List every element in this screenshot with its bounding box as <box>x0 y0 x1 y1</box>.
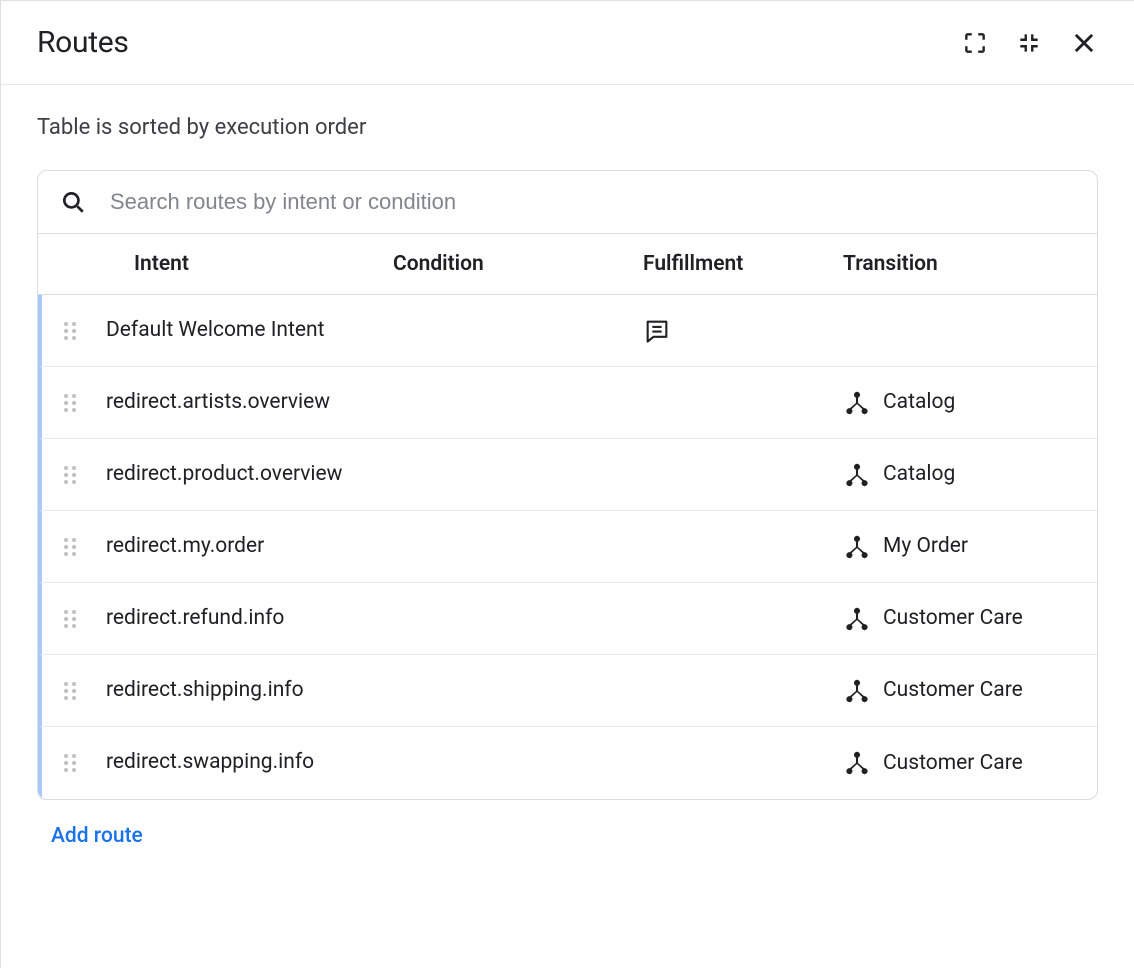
fulfillment-cell <box>643 317 843 345</box>
table-row[interactable]: redirect.swapping.info Customer Care <box>38 727 1097 799</box>
flow-icon <box>843 461 871 489</box>
transition-cell: Customer Care <box>843 749 1097 777</box>
panel-content: Table is sorted by execution order Inten… <box>1 85 1134 878</box>
table-row[interactable]: redirect.refund.info Customer Care <box>38 583 1097 655</box>
intent-cell: Default Welcome Intent <box>98 316 393 345</box>
panel-header: Routes <box>1 1 1134 85</box>
column-header-condition: Condition <box>393 252 643 276</box>
drag-handle-icon[interactable] <box>42 678 98 704</box>
intent-cell: redirect.refund.info <box>98 604 393 633</box>
flow-icon <box>843 749 871 777</box>
table-row[interactable]: redirect.shipping.info Customer Care <box>38 655 1097 727</box>
transition-cell: Catalog <box>843 460 1097 488</box>
sort-description: Table is sorted by execution order <box>37 115 1098 140</box>
intent-cell: redirect.artists.overview <box>98 388 393 417</box>
routes-table: Intent Condition Fulfillment Transition … <box>37 170 1098 800</box>
flow-icon <box>843 533 871 561</box>
drag-handle-icon[interactable] <box>42 318 98 344</box>
transition-label: Catalog <box>883 388 955 416</box>
table-header: Intent Condition Fulfillment Transition <box>38 234 1097 295</box>
table-row[interactable]: Default Welcome Intent <box>38 295 1097 367</box>
drag-handle-icon[interactable] <box>42 390 98 416</box>
header-actions <box>962 29 1098 57</box>
transition-cell: Customer Care <box>843 604 1097 632</box>
intent-cell: redirect.shipping.info <box>98 676 393 705</box>
column-header-fulfillment: Fulfillment <box>643 252 843 276</box>
transition-cell: Customer Care <box>843 676 1097 704</box>
search-row <box>38 171 1097 234</box>
drag-handle-icon[interactable] <box>42 606 98 632</box>
transition-label: Customer Care <box>883 604 1023 632</box>
flow-icon <box>843 605 871 633</box>
transition-label: My Order <box>883 532 968 560</box>
intent-cell: redirect.swapping.info <box>98 748 393 777</box>
flow-icon <box>843 677 871 705</box>
add-route-button[interactable]: Add route <box>37 824 143 848</box>
transition-cell: My Order <box>843 532 1097 560</box>
table-row[interactable]: redirect.artists.overview Catalog <box>38 367 1097 439</box>
drag-handle-icon[interactable] <box>42 534 98 560</box>
search-input[interactable] <box>110 189 1075 215</box>
panel-title: Routes <box>37 25 129 60</box>
intent-cell: redirect.product.overview <box>98 460 393 489</box>
transition-cell: Catalog <box>843 388 1097 416</box>
transition-label: Customer Care <box>883 749 1023 777</box>
intent-cell: redirect.my.order <box>98 532 393 561</box>
fullscreen-icon[interactable] <box>962 30 988 56</box>
transition-label: Catalog <box>883 460 955 488</box>
message-icon <box>643 317 671 345</box>
table-row[interactable]: redirect.product.overview Catalog <box>38 439 1097 511</box>
transition-label: Customer Care <box>883 676 1023 704</box>
table-body: Default Welcome Intent redirect.artists.o… <box>38 295 1097 799</box>
drag-handle-icon[interactable] <box>42 462 98 488</box>
search-icon <box>60 189 86 215</box>
drag-handle-icon[interactable] <box>42 750 98 776</box>
column-header-transition: Transition <box>843 252 1097 276</box>
close-icon[interactable] <box>1070 29 1098 57</box>
flow-icon <box>843 389 871 417</box>
exit-fullscreen-icon[interactable] <box>1016 30 1042 56</box>
column-header-intent: Intent <box>98 252 393 276</box>
table-row[interactable]: redirect.my.order My Order <box>38 511 1097 583</box>
